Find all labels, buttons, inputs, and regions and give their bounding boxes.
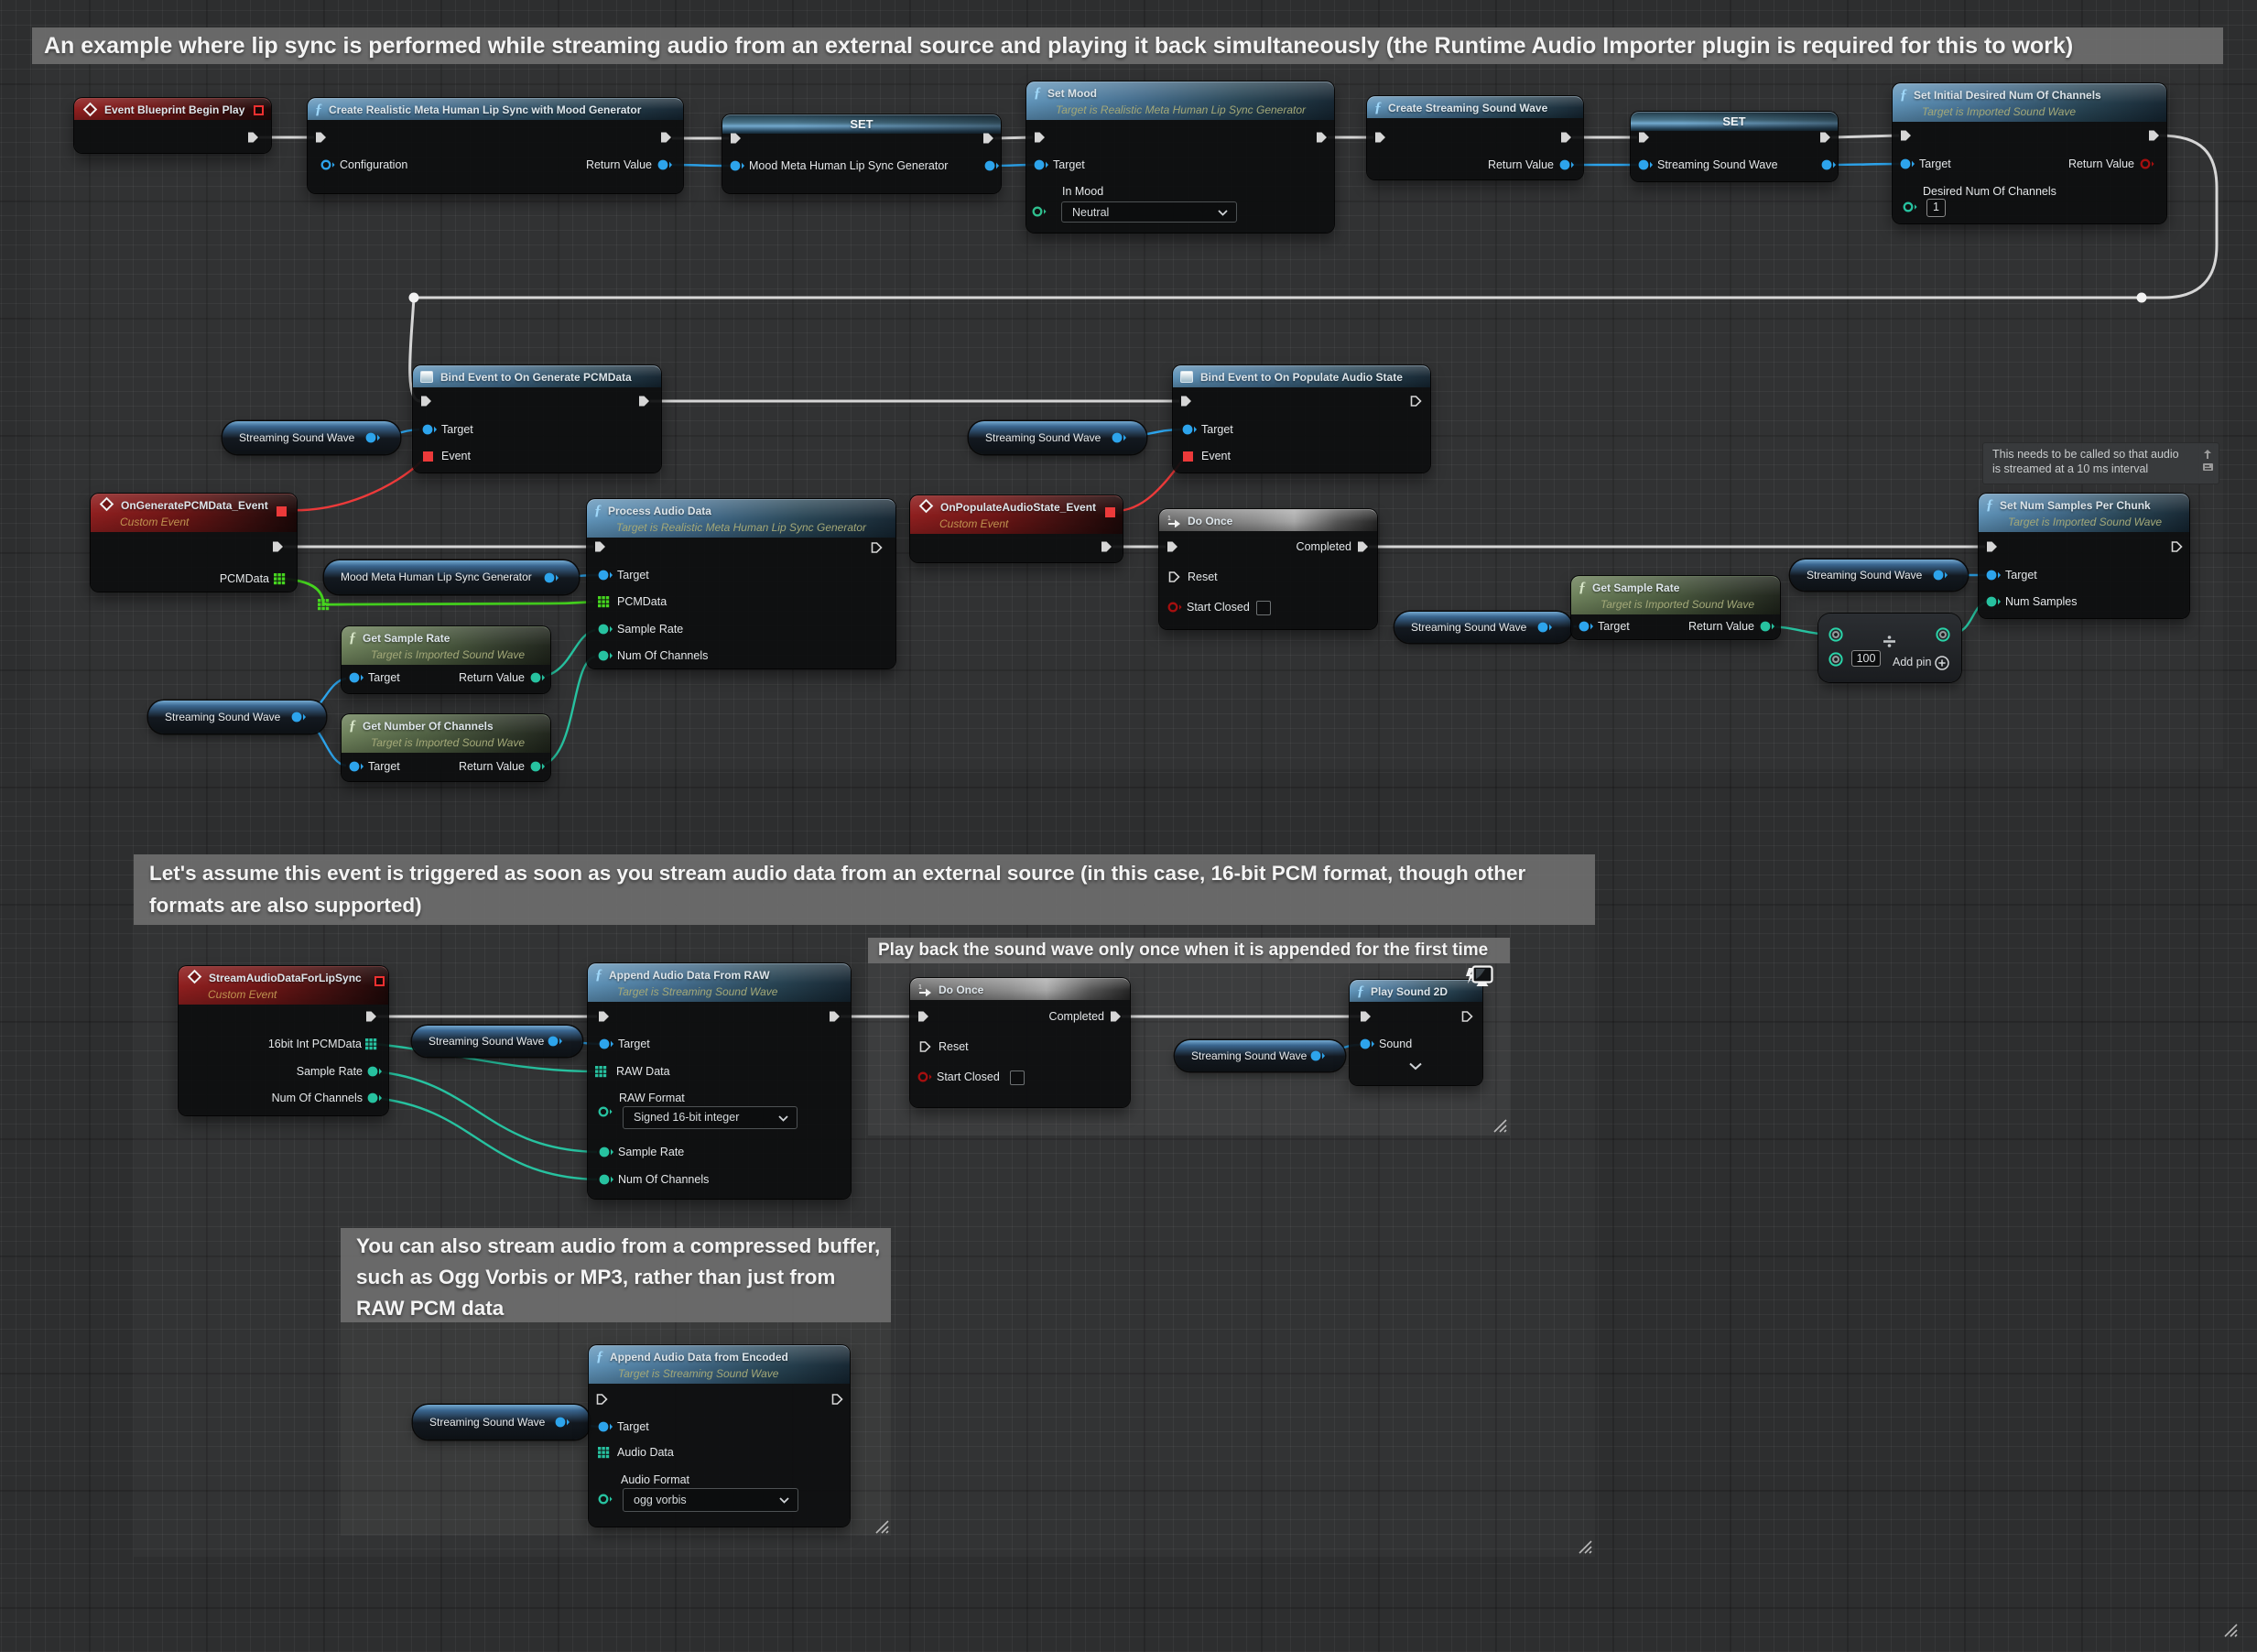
svg-text:1: 1: [1167, 516, 1171, 522]
svg-text:1: 1: [918, 984, 922, 991]
